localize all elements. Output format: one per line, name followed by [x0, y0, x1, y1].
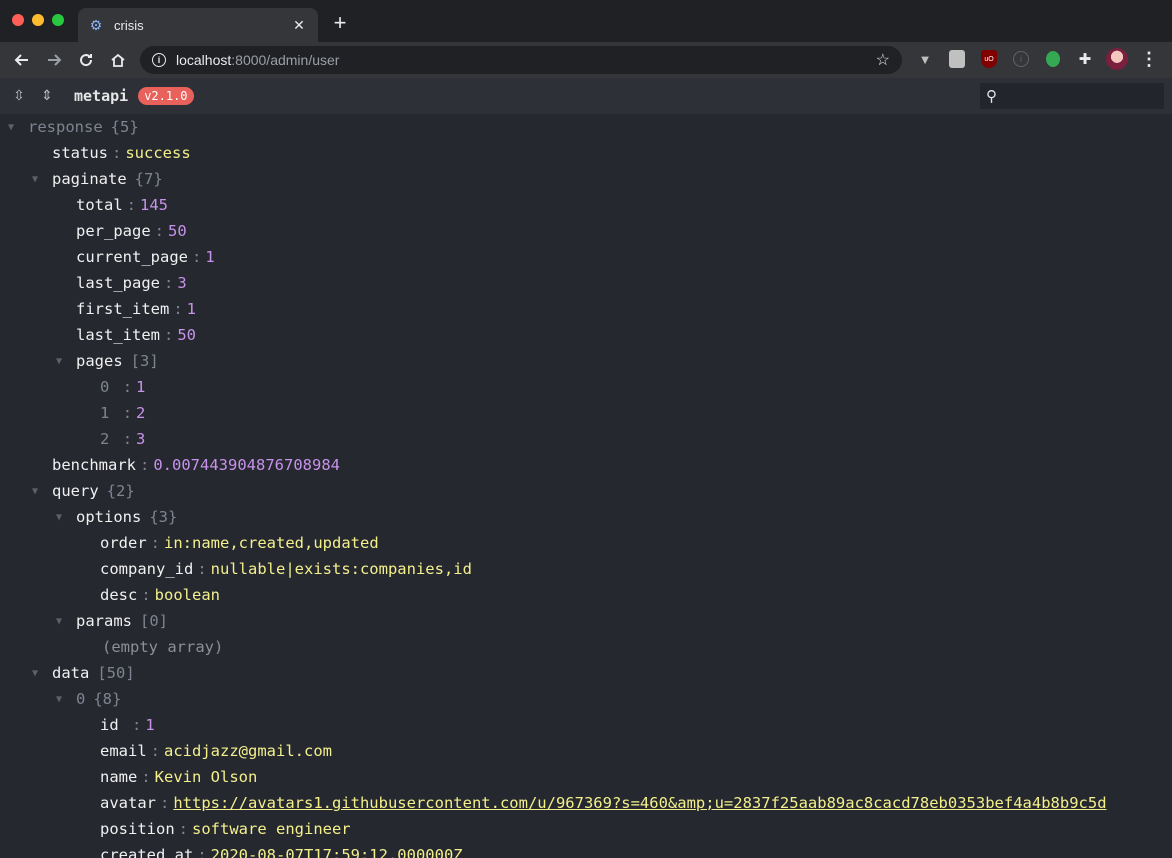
tree-row-pages[interactable]: ▼ pages [3]	[0, 348, 1172, 374]
reload-button[interactable]	[72, 46, 100, 74]
tab-title: crisis	[114, 17, 144, 33]
avatar-link[interactable]: https://avatars1.githubusercontent.com/u…	[173, 794, 1106, 812]
tree-row-params[interactable]: ▼ params [0]	[0, 608, 1172, 634]
tree-row-pages-1: 1 :2	[100, 404, 146, 422]
close-window-button[interactable]	[12, 14, 24, 26]
ublock-icon[interactable]: uO	[978, 48, 1000, 70]
tree-row-name: name: Kevin Olson	[100, 768, 258, 786]
tree-row-benchmark: benchmark:0.007443904876708984	[52, 456, 340, 474]
reload-icon	[80, 54, 93, 67]
tree-row-pages-0: 0 :1	[100, 378, 146, 396]
bookmark-star-icon[interactable]: ☆	[876, 50, 890, 70]
tree-row-data[interactable]: ▼ data [50]	[0, 660, 1172, 686]
tree-row-last-page: last_page:3	[76, 274, 187, 292]
home-icon	[111, 53, 125, 67]
browser-tab[interactable]: ⚙ crisis ✕	[78, 8, 318, 42]
extensions-bar: ▼ uO i ✚ ⋮	[914, 48, 1160, 70]
caret-down-icon[interactable]: ▼	[56, 512, 68, 523]
tree-row-current-page: current_page:1	[76, 248, 215, 266]
caret-down-icon[interactable]: ▼	[32, 174, 44, 185]
kebab-menu-icon[interactable]: ⋮	[1138, 48, 1160, 70]
minimize-window-button[interactable]	[32, 14, 44, 26]
search-icon: ⚲	[986, 88, 997, 105]
search-input[interactable]	[997, 88, 1172, 104]
collapse-all-icon[interactable]: ⇳	[8, 88, 30, 104]
tree-row-options[interactable]: ▼ options {3}	[0, 504, 1172, 530]
tree-row-email: email: acidjazz@gmail.com	[100, 742, 332, 760]
arrow-right-icon	[48, 54, 62, 66]
window-controls	[12, 14, 64, 26]
address-bar[interactable]: i localhost:8000/admin/user ☆	[140, 46, 902, 74]
tree-row-pages-2: 2 :3	[100, 430, 146, 448]
tree-row-created-at: created_at:2020-08-07T17:59:12.000000Z	[100, 846, 463, 858]
tree-row-status: status: success	[52, 144, 191, 162]
info-extension-icon[interactable]: i	[1010, 48, 1032, 70]
new-tab-button[interactable]: +	[328, 12, 352, 34]
json-tree: ▼ response {5} status: success ▼ paginate{…	[0, 114, 1172, 858]
tree-row-last-item: last_item:50	[76, 326, 197, 344]
tree-row-first-item: first_item:1	[76, 300, 197, 318]
json-viewer-header: ⇳ ⇕ metapi v2.1.0 ⚲ ▼▲	[0, 78, 1172, 114]
tree-row-empty-array: (empty array)	[102, 638, 224, 656]
vue-devtools-icon[interactable]: ▼	[914, 48, 936, 70]
caret-down-icon[interactable]: ▼	[56, 356, 68, 367]
password-manager-icon[interactable]	[946, 48, 968, 70]
app-name: metapi	[74, 87, 129, 105]
tree-row-company-id: company_id: nullable|exists:companies,id	[100, 560, 472, 578]
back-button[interactable]	[8, 46, 36, 74]
leaf-extension-icon[interactable]	[1042, 48, 1064, 70]
caret-down-icon[interactable]: ▼	[32, 668, 44, 679]
tree-row-avatar: avatar: https://avatars1.githubuserconten…	[100, 794, 1107, 812]
tree-row-data-0[interactable]: ▼ 0 {8}	[0, 686, 1172, 712]
caret-down-icon[interactable]: ▼	[56, 694, 68, 705]
arrow-left-icon	[14, 54, 28, 66]
tree-row-total: total:145	[76, 196, 169, 214]
version-badge: v2.1.0	[138, 87, 194, 105]
extensions-puzzle-icon[interactable]: ✚	[1074, 48, 1096, 70]
tree-row-per-page: per_page:50	[76, 222, 187, 240]
maximize-window-button[interactable]	[52, 14, 64, 26]
tree-row-position: position: software engineer	[100, 820, 351, 838]
tree-row-id: id :1	[100, 716, 155, 734]
close-tab-icon[interactable]: ✕	[290, 17, 308, 34]
caret-down-icon[interactable]: ▼	[32, 486, 44, 497]
caret-down-icon[interactable]: ▼	[56, 616, 68, 627]
home-button[interactable]	[104, 46, 132, 74]
browser-tab-bar: ⚙ crisis ✕ +	[0, 0, 1172, 42]
tree-row-response[interactable]: ▼ response {5}	[0, 114, 1172, 140]
caret-down-icon[interactable]: ▼	[8, 122, 20, 133]
tree-row-query[interactable]: ▼ query {2}	[0, 478, 1172, 504]
tree-row-desc: desc: boolean	[100, 586, 220, 604]
browser-toolbar: i localhost:8000/admin/user ☆ ▼ uO i ✚ ⋮	[0, 42, 1172, 78]
gear-icon: ⚙	[89, 17, 103, 33]
tree-row-paginate[interactable]: ▼ paginate {7}	[0, 166, 1172, 192]
expand-all-icon[interactable]: ⇕	[36, 88, 58, 104]
forward-button[interactable]	[40, 46, 68, 74]
info-icon[interactable]: i	[152, 53, 166, 67]
tree-row-order: order: in:name,created,updated	[100, 534, 379, 552]
search-box: ⚲ ▼▲	[980, 83, 1172, 109]
profile-avatar[interactable]	[1106, 48, 1128, 70]
url-text[interactable]: localhost:8000/admin/user	[176, 52, 876, 68]
